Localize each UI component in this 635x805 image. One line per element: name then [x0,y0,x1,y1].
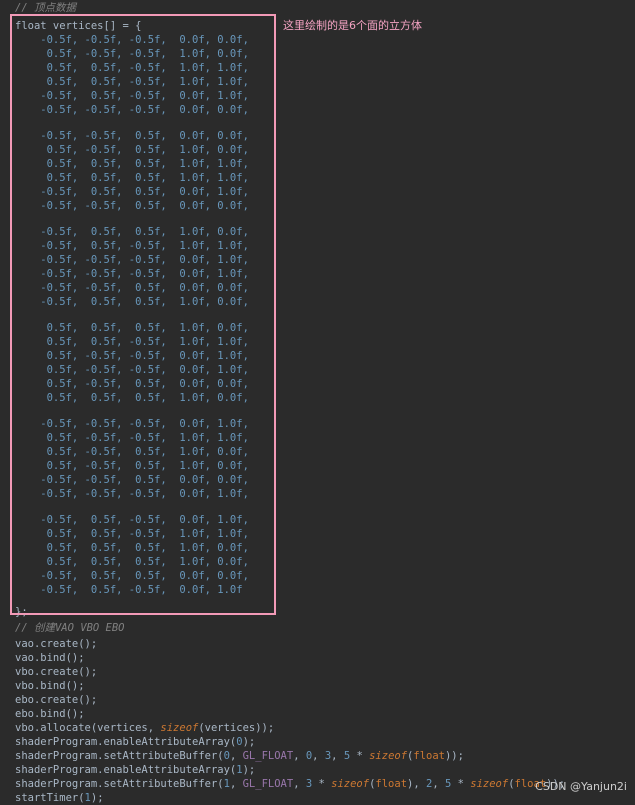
code-statement: vbo.bind(); [15,680,85,692]
annotation-note: 这里绘制的是6个面的立方体 [283,19,422,32]
highlight-box [10,14,276,615]
comment-vertex-data: // 顶点数据 [15,2,76,14]
code-statement: shaderProgram.enableAttributeArray(0); [15,736,256,748]
code-statement: shaderProgram.setAttributeBuffer(0, GL_F… [15,750,464,762]
code-statement: startTimer(1); [15,792,104,804]
code-statement: shaderProgram.enableAttributeArray(1); [15,764,256,776]
code-statement: vbo.allocate(vertices, sizeof(vertices))… [15,722,275,734]
csdn-watermark: CSDN @Yanjun2i [535,780,627,793]
code-statement: shaderProgram.setAttributeBuffer(1, GL_F… [15,778,566,790]
comment-create-buffers: // 创建VAO VBO EBO [15,622,125,634]
code-statement: vbo.create(); [15,666,98,678]
code-statement: ebo.create(); [15,694,98,706]
code-statement: ebo.bind(); [15,708,85,720]
code-statement: vao.create(); [15,638,98,650]
code-statement: vao.bind(); [15,652,85,664]
